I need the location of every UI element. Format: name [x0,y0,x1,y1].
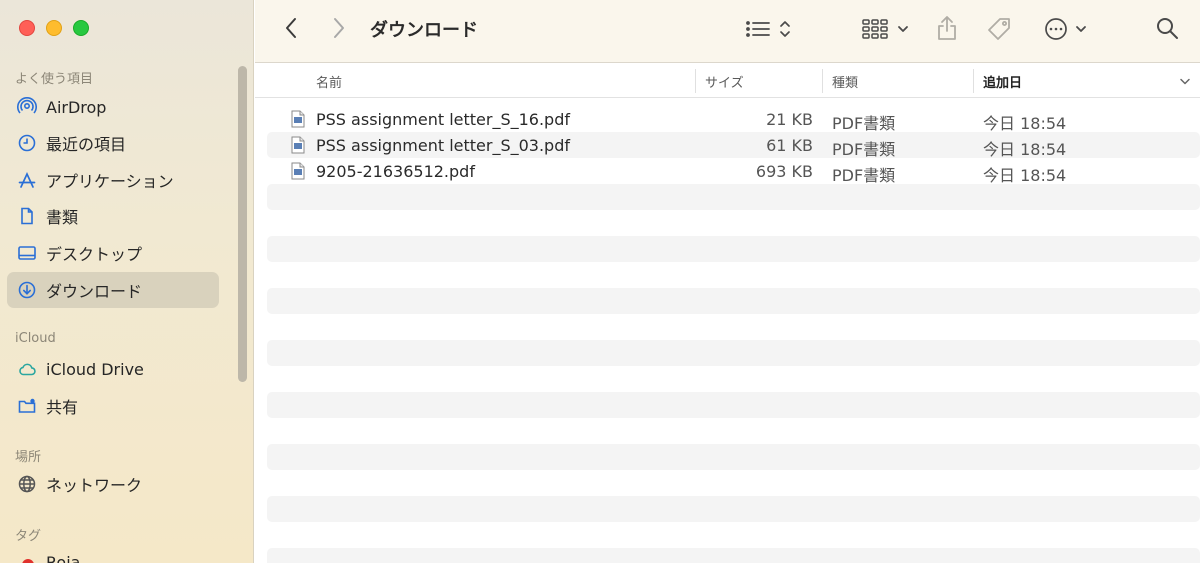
column-divider[interactable] [695,69,696,93]
pdf-file-icon [291,136,305,154]
sidebar-item-tag-roja[interactable]: Roja [46,553,80,563]
sort-chevron-down-icon[interactable] [1179,77,1191,86]
file-kind: PDF書類 [832,114,896,133]
toolbar: ダウンロード [255,0,1200,63]
empty-row [267,340,1200,366]
sidebar-item-shared[interactable]: 共有 [7,388,219,424]
desktop-icon [17,243,37,263]
close-window-button[interactable] [19,20,35,36]
favorites-section-label: よく使う項目 [15,72,94,87]
sidebar-item-label: デスクトップ [46,245,143,264]
empty-row [267,288,1200,314]
window-controls [19,20,89,36]
empty-row [267,392,1200,418]
file-name: PSS assignment letter_S_16.pdf [316,110,570,129]
sidebar-item-documents[interactable]: 書類 [7,198,219,234]
file-date-added: 今日 18:54 [983,140,1067,159]
sidebar-item-network[interactable]: ネットワーク [7,466,219,502]
tags-button[interactable] [985,15,1013,43]
column-header-name[interactable]: 名前 [316,72,342,91]
sidebar-item-label: AirDrop [46,97,107,117]
file-row[interactable]: PSS assignment letter_S_03.pdf 61 KB PDF… [267,132,1200,159]
sidebar-item-recents[interactable]: 最近の項目 [7,125,219,161]
back-button[interactable] [279,16,303,40]
sidebar-item-label: ダウンロード [46,282,143,301]
share-icon [938,16,956,40]
more-actions-button[interactable] [1041,15,1089,43]
search-button[interactable] [1154,15,1180,41]
file-name: PSS assignment letter_S_03.pdf [316,136,570,155]
cloud-icon [17,359,37,379]
sidebar-item-label: 共有 [46,398,79,417]
chevron-updown-icon [780,21,790,37]
column-divider[interactable] [822,69,823,93]
group-button[interactable] [859,16,911,42]
empty-row [267,548,1200,563]
minimize-window-button[interactable] [46,20,62,36]
tags-section-label: タグ [15,529,42,544]
empty-row [267,496,1200,522]
column-header-bar: 名前 サイズ 種類 追加日 [255,63,1200,98]
sidebar-item-label: iCloud Drive [46,359,144,379]
column-divider[interactable] [973,69,974,93]
sidebar-item-airdrop[interactable]: AirDrop [7,89,219,125]
empty-row [267,236,1200,262]
shared-folder-icon [17,396,37,416]
airdrop-icon [17,97,37,117]
file-size: 21 KB [766,110,813,129]
clock-icon [17,133,37,153]
view-options-button[interactable] [743,16,793,42]
file-kind: PDF書類 [832,140,896,159]
pdf-file-icon [291,110,305,128]
sidebar-item-label: 書類 [46,208,79,227]
chevron-left-icon [286,18,296,38]
sidebar-item-icloud-drive[interactable]: iCloud Drive [7,351,219,387]
empty-row [267,444,1200,470]
sidebar-item-downloads[interactable]: ダウンロード [7,272,219,308]
applications-icon [17,170,37,190]
sidebar-item-applications[interactable]: アプリケーション [7,162,219,198]
file-date-added: 今日 18:54 [983,114,1067,133]
search-icon [1157,18,1178,39]
tag-color-dot [22,559,34,563]
sidebar-scrollbar[interactable] [238,66,247,382]
file-name: 9205-21636512.pdf [316,162,475,181]
ellipsis-circle-icon [1044,18,1067,40]
file-size: 61 KB [766,136,813,155]
grid-view-icon [861,19,888,39]
file-size: 693 KB [755,162,813,181]
forward-button[interactable] [327,16,351,40]
sidebar-item-label: 最近の項目 [46,135,127,154]
column-header-date-added[interactable]: 追加日 [983,72,1022,91]
column-header-size[interactable]: サイズ [705,72,744,91]
sidebar-item-label: ネットワーク [46,476,143,495]
zoom-window-button[interactable] [73,20,89,36]
window-title: ダウンロード [370,20,478,41]
chevron-down-icon [897,26,908,32]
sidebar-item-label: アプリケーション [46,172,174,191]
file-kind: PDF書類 [832,166,896,185]
share-button[interactable] [935,14,959,42]
download-icon [17,280,37,300]
sidebar-item-desktop[interactable]: デスクトップ [7,235,219,271]
document-icon [17,206,37,226]
list-view-icon [746,21,770,37]
locations-section-label: 場所 [15,450,42,465]
globe-icon [17,474,37,494]
tag-icon [988,18,1010,40]
chevron-right-icon [334,18,344,38]
chevron-down-icon [1075,26,1086,32]
column-header-kind[interactable]: 種類 [832,72,858,91]
icloud-section-label: iCloud [15,331,56,346]
file-date-added: 今日 18:54 [983,166,1067,185]
pdf-file-icon [291,162,305,180]
file-row[interactable]: 9205-21636512.pdf 693 KB PDF書類 今日 18:54 [267,158,1200,185]
empty-row [267,184,1200,210]
file-row[interactable]: PSS assignment letter_S_16.pdf 21 KB PDF… [267,106,1200,133]
sidebar: よく使う項目 AirDrop 最近の項目 アプリケーション 書類 デスクトップ … [0,0,254,563]
